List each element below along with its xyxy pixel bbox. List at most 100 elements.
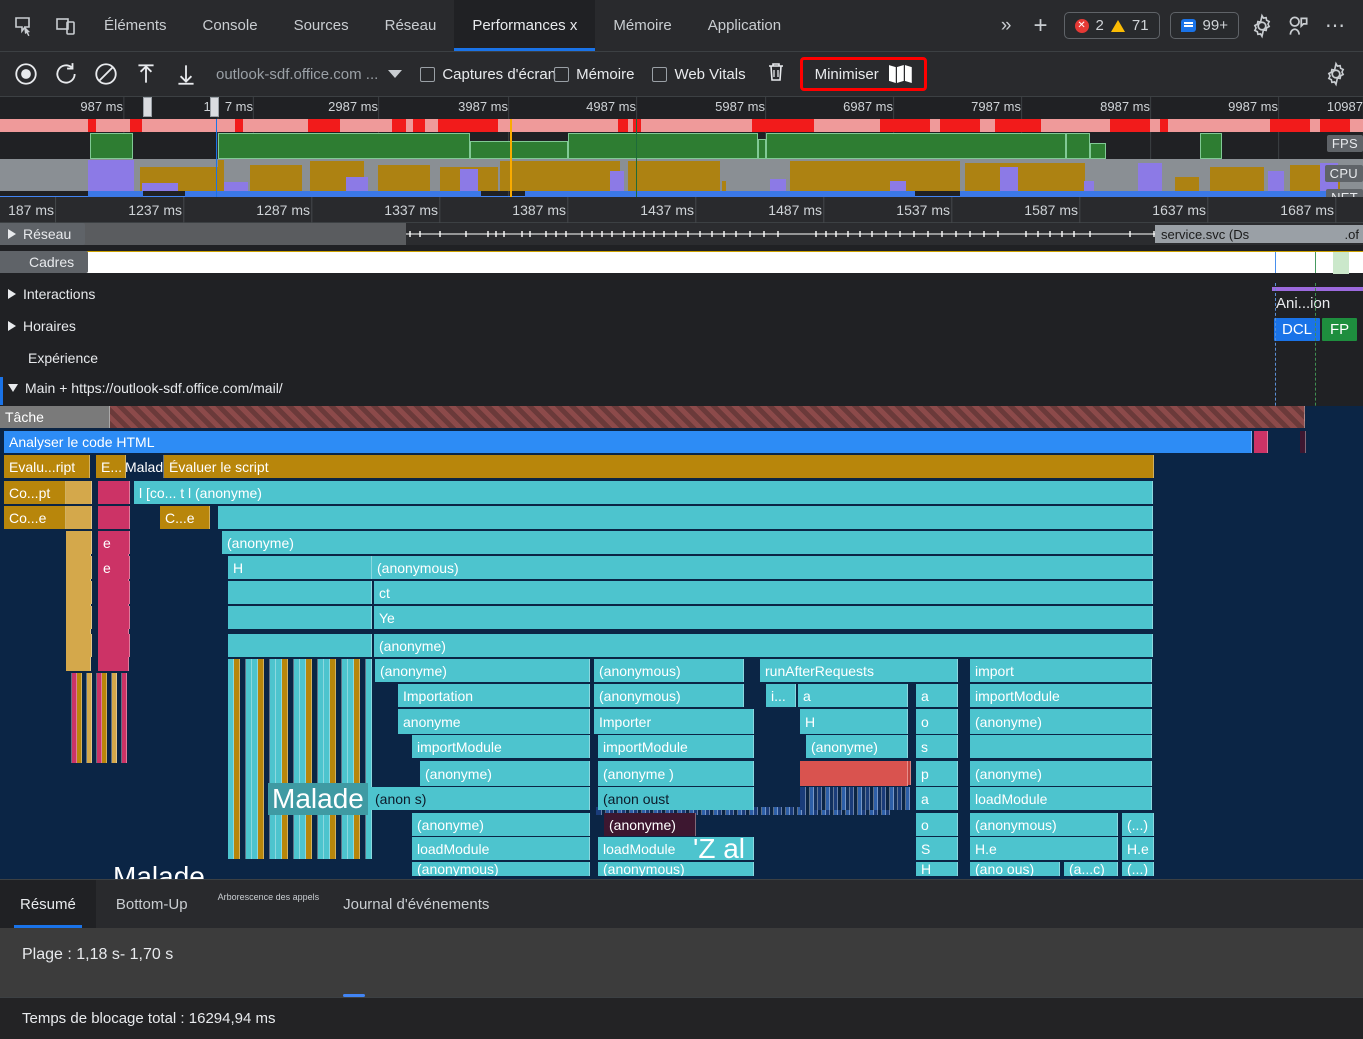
flame-bar[interactable] [228,581,372,604]
flame-bar[interactable]: Analyser le code HTML [4,431,1252,453]
flame-bar[interactable] [800,761,908,786]
flame-bar[interactable] [1300,431,1306,453]
flame-bar[interactable] [98,581,130,604]
chevron-double-right-icon[interactable]: » [995,15,1018,37]
overview-window-handle-left[interactable] [143,97,152,117]
target-url-select[interactable]: outlook-sdf.office.com ... [216,66,402,83]
flame-bar[interactable] [228,634,372,657]
screenshots-checkbox[interactable]: Captures d'écran [420,66,556,83]
flame-bar[interactable]: (anonyme) [604,813,696,836]
gear-icon[interactable] [1323,61,1349,87]
reload-record-icon[interactable] [48,58,84,90]
flame-bar[interactable]: (anonyme) [970,709,1152,734]
flame-bar[interactable] [348,659,354,859]
tab-application[interactable]: Application [690,0,799,51]
flame-bar[interactable] [110,406,1305,428]
flame-bar[interactable] [234,659,240,859]
flame-bar[interactable]: (anonyme) [222,531,1153,554]
tab-network[interactable]: Réseau [367,0,455,51]
devices-profile-icon[interactable] [1285,13,1311,39]
upload-profile-icon[interactable] [128,58,164,90]
messages-badge[interactable]: 99+ [1170,12,1239,39]
tab-performance[interactable]: Performances x [454,0,595,51]
flame-bar[interactable] [330,659,336,859]
track-title-interactions[interactable]: Interactions [0,283,109,305]
flame-bar[interactable] [336,659,342,859]
gear-icon[interactable] [1249,13,1275,39]
track-interactions[interactable]: Ani...ion Interactions [0,283,1363,313]
flame-bar[interactable]: (anonyme) [420,761,590,786]
flame-bar[interactable] [258,659,264,859]
flame-bar[interactable]: (anonymous) [970,813,1118,836]
ellipsis-icon[interactable]: ⋯ [1321,13,1351,38]
track-title-main[interactable]: Main + https://outlook-sdf.office.com/ma… [0,377,297,399]
flame-bar[interactable]: importModule [412,735,590,758]
tab-event-log[interactable]: Journal d'événements [323,880,509,928]
flame-bar[interactable]: (anonyme) [412,813,590,836]
flame-bar[interactable]: H [916,862,958,876]
clear-icon[interactable] [88,58,124,90]
flame-bar[interactable] [282,659,288,859]
track-experience[interactable]: Expérience [0,347,1363,377]
flame-bar[interactable]: runAfterRequests [760,659,958,682]
minimize-button[interactable]: Minimiser [800,57,927,91]
track-main[interactable]: Main + https://outlook-sdf.office.com/ma… [0,377,1363,405]
flame-bar[interactable]: a [916,787,958,810]
track-network[interactable]: service.svc (Ds .of Réseau [0,223,1363,249]
flame-bar[interactable]: (anon s) [370,787,590,810]
flame-bar[interactable]: importModule [970,684,1152,707]
flame-bar[interactable]: a [916,684,958,707]
flame-bar[interactable]: ct [374,581,1153,604]
flame-bar[interactable] [66,531,92,554]
flame-bar[interactable]: (anonymous) [594,659,744,682]
tab-bottom-up[interactable]: Bottom-Up [96,880,208,928]
track-title-network[interactable]: Réseau [0,223,85,245]
flame-bar[interactable] [276,659,282,859]
fp-marker[interactable]: FP [1322,318,1357,341]
tab-call-tree[interactable]: Arborescence des appels [208,880,324,928]
flame-bar[interactable] [318,659,324,859]
flame-bar[interactable] [1254,431,1268,453]
tab-console[interactable]: Console [185,0,276,51]
flame-bar[interactable]: C...e [160,506,210,529]
flame-chart[interactable]: (...)(a...c)(ano ous)H(anonymous)(anonym… [0,406,1363,879]
track-title-experience[interactable]: Expérience [0,347,112,369]
flame-bar[interactable] [264,659,270,859]
flame-bar[interactable] [98,506,130,529]
flame-bar[interactable] [66,481,92,504]
flame-bar[interactable]: (anonymous) [594,684,744,707]
flame-bar[interactable]: Importation [398,684,590,707]
flame-bar[interactable]: (anonyme) [970,761,1152,786]
flame-bar[interactable]: E... [96,455,126,478]
flame-bar[interactable]: Évaluer le script [164,455,1154,478]
flame-bar[interactable] [66,556,92,579]
flame-bar[interactable]: o [916,813,958,836]
flame-bar[interactable] [98,481,130,504]
plus-icon[interactable]: + [1028,12,1054,40]
flame-bar[interactable] [294,659,300,859]
flame-bar[interactable]: H.e [970,837,1118,860]
flame-bar[interactable]: l [co... t l (anonyme) [134,481,1153,504]
flame-bar[interactable]: (ano ous) [970,862,1060,876]
flame-bar[interactable] [228,659,234,859]
flame-bar[interactable]: Evalu...ript [4,455,90,478]
flame-bar[interactable]: importModule [598,735,754,758]
flame-bar[interactable]: i... [766,684,796,707]
flame-bar[interactable]: Ye [374,606,1153,629]
flame-bar[interactable]: Malade [120,455,164,478]
flame-bar[interactable]: s [916,735,958,758]
flame-bar[interactable]: anonyme [398,709,590,734]
flame-bar[interactable]: (anonyme) [806,735,908,758]
flame-bar[interactable]: a [798,684,908,707]
flame-bar[interactable] [218,506,1153,529]
network-request-bar[interactable]: service.svc (Ds .of [1155,225,1363,243]
flame-bar[interactable] [66,673,72,763]
flame-bar[interactable] [312,659,318,859]
flame-bar[interactable] [366,659,372,859]
flame-bar[interactable]: H [800,709,908,734]
flame-bar[interactable]: (anonymous) [412,862,590,876]
flame-bar[interactable]: H.e [1122,837,1154,860]
flame-bar[interactable]: (...) [1122,813,1154,836]
flame-bar[interactable] [324,659,330,859]
timeline-tracks[interactable]: service.svc (Ds .of Réseau Cadres [0,223,1363,879]
